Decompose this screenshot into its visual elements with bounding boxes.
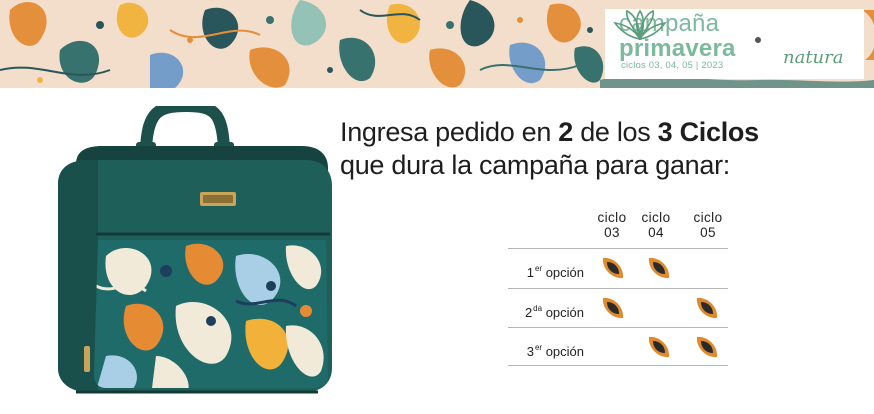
schedule-cell-row2-col3 <box>684 291 730 326</box>
schedule-cell-row1-col2 <box>636 251 682 286</box>
table-row-divider <box>508 248 728 249</box>
leaf-seed-icon <box>696 297 718 319</box>
table-row-divider <box>508 288 728 289</box>
cycle-schedule-table: ciclo 03 ciclo 04 ciclo 05 1er opción 2d… <box>508 206 730 366</box>
row-label-option-2: 2da opción <box>524 304 584 320</box>
lunch-bag-image <box>58 106 332 394</box>
natura-logo-icon <box>613 9 667 41</box>
leaf-seed-icon <box>696 336 718 358</box>
table-row-divider <box>508 365 728 366</box>
leaf-seed-icon <box>648 257 670 279</box>
leaf-seed-icon <box>648 336 670 358</box>
brand-wordmark: natura <box>783 47 844 68</box>
column-header-cycle-05: ciclo 05 <box>693 210 723 240</box>
schedule-cell-row1-col3 <box>684 251 730 286</box>
headline-line2: que dura la campaña para ganar: <box>340 150 730 180</box>
campaign-cycles: ciclos 03, 04, 05 | 2023 <box>621 60 724 71</box>
schedule-cell-row2-col1 <box>590 291 636 326</box>
leaf-seed-icon <box>602 297 624 319</box>
column-header-cycle-04: ciclo 04 <box>641 210 671 240</box>
leaf-seed-icon <box>602 257 624 279</box>
schedule-cell-row3-col3 <box>684 330 730 365</box>
row-label-option-3: 3er opción <box>526 343 584 359</box>
campaign-brand-box: campaña primavera ciclos 03, 04, 05 | 20… <box>605 9 864 79</box>
campaign-banner: campaña primavera ciclos 03, 04, 05 | 20… <box>0 0 874 88</box>
separator-dot <box>755 37 761 43</box>
row-label-option-1: 1er opción <box>526 264 584 280</box>
table-row-divider <box>508 327 728 328</box>
headline: Ingresa pedido en 2 de los 3 Ciclos que … <box>340 116 860 182</box>
schedule-cell-row3-col2 <box>636 330 682 365</box>
schedule-cell-row3-col1 <box>590 330 636 365</box>
schedule-cell-row1-col1 <box>590 251 636 286</box>
headline-line1: Ingresa pedido en 2 de los 3 Ciclos <box>340 117 759 147</box>
schedule-cell-row2-col2 <box>636 291 682 326</box>
